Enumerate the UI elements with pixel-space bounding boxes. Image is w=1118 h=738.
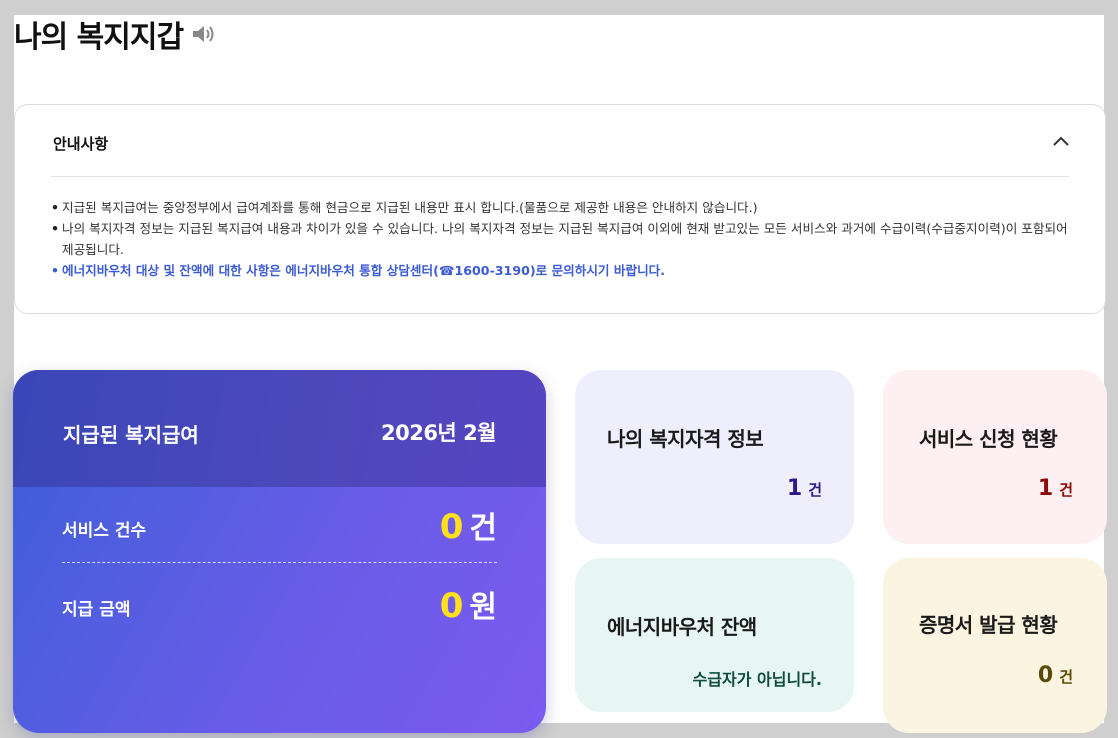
amount-label: 지급 금액 [62,600,131,620]
service-count-number: 0 [439,507,464,547]
eligibility-number: 1 [786,476,803,501]
application-status-card[interactable]: 서비스 신청 현황 1건 [883,370,1107,544]
notice-item-highlight: 에너지바우처 대상 및 잔액에 대한 사항은 에너지바우처 통합 상담센터(☎1… [51,260,1076,281]
application-number: 1 [1037,476,1054,501]
certificate-value: 0건 [1038,663,1073,688]
amount-unit: 원 [469,590,497,625]
eligibility-unit: 건 [808,481,822,499]
welfare-divider [62,562,497,563]
eligibility-value: 1건 [787,476,822,501]
title-row: 나의 복지지갑 [14,14,217,55]
certificate-status-card[interactable]: 증명서 발급 현황 0건 [883,558,1107,733]
speaker-icon[interactable] [191,23,217,45]
welfare-payment-card[interactable]: 지급된 복지급여 2026년 2월 서비스 건수 0건 지급 금액 0원 [13,370,546,733]
certificate-unit: 건 [1059,668,1073,686]
notice-divider [51,176,1069,177]
eligibility-title: 나의 복지자격 정보 [607,427,764,451]
page-title: 나의 복지지갑 [14,20,184,55]
chevron-up-icon[interactable] [1053,135,1069,147]
welfare-label: 지급된 복지급여 [63,423,199,447]
certificate-title: 증명서 발급 현황 [919,613,1058,637]
service-count-unit: 건 [469,511,497,546]
application-unit: 건 [1059,481,1073,499]
eligibility-info-card[interactable]: 나의 복지자격 정보 1건 [575,370,854,544]
service-count-label: 서비스 건수 [62,521,147,541]
service-count-value: 0건 [440,503,497,547]
application-title: 서비스 신청 현황 [919,427,1058,451]
notice-panel: 안내사항 지급된 복지급여는 중앙정부에서 급여계좌를 통해 현금으로 지급된 … [14,104,1106,314]
notice-list: 지급된 복지급여는 중앙정부에서 급여계좌를 통해 현금으로 지급된 내용만 표… [51,197,1076,281]
voucher-title: 에너지바우처 잔액 [607,615,757,639]
voucher-status: 수급자가 아닙니다. [692,670,822,689]
welfare-date: 2026년 2월 [380,421,497,445]
notice-item: 지급된 복지급여는 중앙정부에서 급여계좌를 통해 현금으로 지급된 내용만 표… [51,197,1076,218]
energy-voucher-card[interactable]: 에너지바우처 잔액 수급자가 아닙니다. [575,558,854,712]
notice-heading: 안내사항 [53,135,109,153]
amount-value: 0원 [440,582,497,626]
amount-number: 0 [439,586,464,626]
notice-item: 나의 복지자격 정보는 지급된 복지급여 내용과 차이가 있을 수 있습니다. … [51,218,1076,260]
certificate-number: 0 [1037,663,1054,688]
application-value: 1건 [1038,476,1073,501]
